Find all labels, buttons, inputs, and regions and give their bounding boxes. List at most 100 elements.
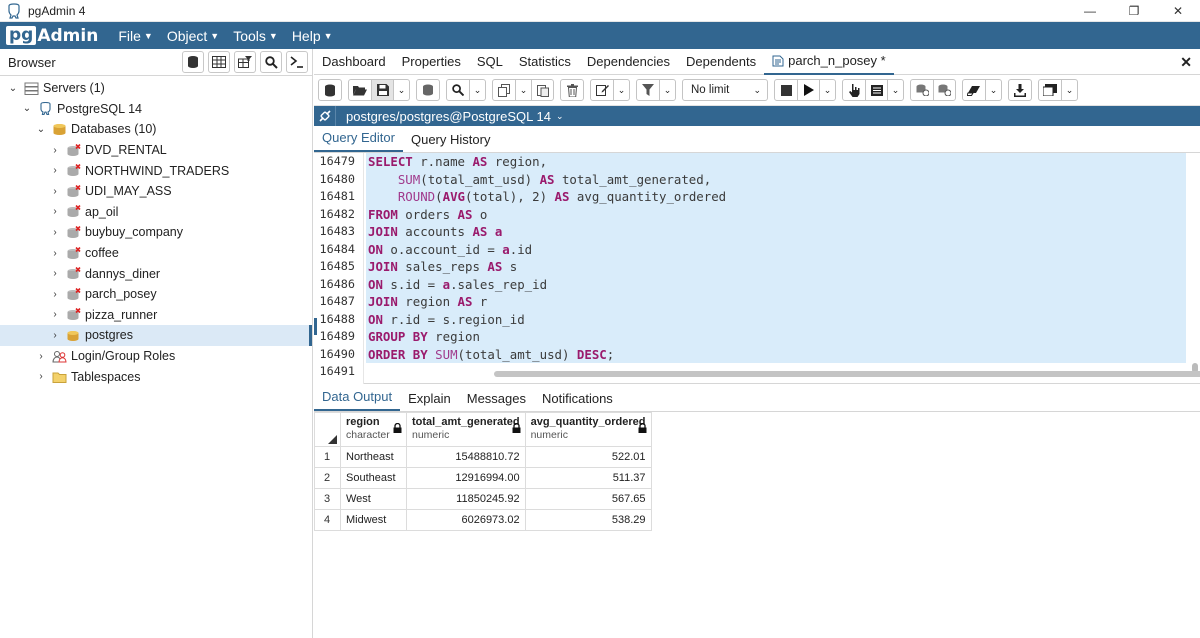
tree-item-database-selected[interactable]: › postgres xyxy=(0,325,312,346)
chevron-right-icon[interactable]: › xyxy=(50,165,60,176)
open-file-button[interactable] xyxy=(349,80,371,100)
cell-region[interactable]: Southeast xyxy=(340,467,407,489)
code-line[interactable]: ON r.id = s.region_id xyxy=(366,310,1186,328)
filter-dropdown-button[interactable]: ⌄ xyxy=(659,80,675,100)
tab-data-output[interactable]: Data Output xyxy=(314,389,401,411)
commit-button[interactable] xyxy=(911,80,933,100)
tree-item-database[interactable]: › parch_posey xyxy=(0,284,312,305)
filter-button[interactable] xyxy=(637,80,659,100)
cell-avg-quantity[interactable]: 567.65 xyxy=(524,488,652,510)
tab-explain[interactable]: Explain xyxy=(400,391,459,411)
tab-query-tool[interactable]: parch_n_posey * xyxy=(764,49,894,75)
clear-dropdown-button[interactable]: ⌄ xyxy=(985,80,1001,100)
execute-dropdown-button[interactable]: ⌄ xyxy=(819,80,835,100)
explain-dropdown-button[interactable]: ⌄ xyxy=(887,80,903,100)
chevron-down-icon[interactable]: ⌄ xyxy=(556,111,564,122)
find-dropdown-button[interactable]: ⌄ xyxy=(469,80,485,100)
edit-db-button[interactable] xyxy=(416,79,440,101)
object-explorer-button[interactable] xyxy=(182,51,204,73)
row-number[interactable]: 3 xyxy=(314,488,341,510)
column-header[interactable]: region character xyxy=(340,412,407,447)
chevron-right-icon[interactable]: › xyxy=(36,371,46,382)
save-dropdown-button[interactable]: ⌄ xyxy=(393,80,409,100)
chevron-right-icon[interactable]: › xyxy=(50,330,60,341)
tree-item-tablespaces[interactable]: › Tablespaces xyxy=(0,366,312,387)
explain-button[interactable] xyxy=(843,80,865,100)
code-line[interactable]: JOIN region AS r xyxy=(366,293,1186,311)
rollback-button[interactable] xyxy=(933,80,955,100)
macros-button[interactable] xyxy=(1039,80,1061,100)
delete-button[interactable] xyxy=(560,79,584,101)
minimize-button[interactable]: — xyxy=(1068,0,1112,22)
code-line[interactable]: JOIN sales_reps AS s xyxy=(366,258,1186,276)
column-header[interactable]: total_amt_generated numeric xyxy=(406,412,526,447)
chevron-right-icon[interactable]: › xyxy=(36,351,46,362)
search-objects-button[interactable] xyxy=(260,51,282,73)
cell-total-amt[interactable]: 15488810.72 xyxy=(406,446,526,468)
tree-item-databases[interactable]: ⌄ Databases (10) xyxy=(0,119,312,140)
table-row[interactable]: 1 Northeast 15488810.72 522.01 xyxy=(314,446,652,468)
code-line[interactable]: ON o.account_id = a.id xyxy=(366,240,1186,258)
tree-item-database[interactable]: › DVD_RENTAL xyxy=(0,140,312,161)
close-window-button[interactable]: ✕ xyxy=(1156,0,1200,22)
code-line[interactable]: ON s.id = a.sales_rep_id xyxy=(366,275,1186,293)
tree-item-database[interactable]: › pizza_runner xyxy=(0,305,312,326)
tab-properties[interactable]: Properties xyxy=(394,49,469,75)
code-line[interactable]: ROUND(AVG(total), 2) AS avg_quantity_ord… xyxy=(366,188,1186,206)
sql-editor[interactable]: 16479 16480 16481 16482 16483 16484 1648… xyxy=(314,153,1200,384)
cell-total-amt[interactable]: 11850245.92 xyxy=(406,488,526,510)
cell-region[interactable]: Midwest xyxy=(340,509,407,531)
maximize-button[interactable]: ❐ xyxy=(1112,0,1156,22)
row-limit-select[interactable]: No limit ⌄ xyxy=(682,79,768,101)
copy-dropdown-button[interactable]: ⌄ xyxy=(515,80,531,100)
chevron-down-icon[interactable]: ⌄ xyxy=(22,103,32,114)
code-line[interactable]: SELECT r.name AS region, xyxy=(366,153,1186,171)
query-history-db-button[interactable] xyxy=(318,79,342,101)
psql-tool-button[interactable] xyxy=(286,51,308,73)
execute-button[interactable] xyxy=(797,80,819,100)
edit-button[interactable] xyxy=(591,80,613,100)
chevron-right-icon[interactable]: › xyxy=(50,145,60,156)
tab-messages[interactable]: Messages xyxy=(459,391,534,411)
tab-dependents[interactable]: Dependents xyxy=(678,49,764,75)
column-header[interactable]: avg_quantity_ordered numeric xyxy=(524,412,652,447)
connection-label[interactable]: postgres/postgres@PostgreSQL 14 xyxy=(346,109,551,124)
table-row[interactable]: 2 Southeast 12916994.00 511.37 xyxy=(314,467,652,489)
cell-total-amt[interactable]: 6026973.02 xyxy=(406,509,526,531)
find-button[interactable] xyxy=(447,80,469,100)
stop-button[interactable] xyxy=(775,80,797,100)
paste-button[interactable] xyxy=(531,80,553,100)
tree-item-database[interactable]: › buybuy_company xyxy=(0,222,312,243)
download-button[interactable] xyxy=(1008,79,1032,101)
tree-item-servers[interactable]: ⌄ Servers (1) xyxy=(0,78,312,99)
select-all-cell[interactable] xyxy=(314,412,341,447)
tab-statistics[interactable]: Statistics xyxy=(511,49,579,75)
code-line[interactable]: FROM orders AS o xyxy=(366,205,1186,223)
chevron-right-icon[interactable]: › xyxy=(50,268,60,279)
chevron-down-icon[interactable]: ⌄ xyxy=(36,124,46,135)
editor-vertical-scrollbar[interactable] xyxy=(1188,153,1200,384)
code-line[interactable]: JOIN accounts AS a xyxy=(366,223,1186,241)
menu-help[interactable]: Help ▼ xyxy=(292,28,333,44)
macros-dropdown-button[interactable]: ⌄ xyxy=(1061,80,1077,100)
tree-item-database[interactable]: › UDI_MAY_ASS xyxy=(0,181,312,202)
chevron-right-icon[interactable]: › xyxy=(50,227,60,238)
tab-query-editor[interactable]: Query Editor xyxy=(314,130,403,152)
tab-dashboard[interactable]: Dashboard xyxy=(314,49,394,75)
chevron-right-icon[interactable]: › xyxy=(50,289,60,300)
edit-dropdown-button[interactable]: ⌄ xyxy=(613,80,629,100)
close-tab-button[interactable]: ✕ xyxy=(1180,54,1192,71)
tab-sql[interactable]: SQL xyxy=(469,49,511,75)
sql-code[interactable]: SELECT r.name AS region, SUM(total_amt_u… xyxy=(366,153,1186,381)
row-number[interactable]: 4 xyxy=(314,509,341,531)
clear-button[interactable] xyxy=(963,80,985,100)
chevron-right-icon[interactable]: › xyxy=(50,248,60,259)
tree-item-database[interactable]: › dannys_diner xyxy=(0,263,312,284)
row-number[interactable]: 1 xyxy=(314,446,341,468)
cell-total-amt[interactable]: 12916994.00 xyxy=(406,467,526,489)
tab-query-history[interactable]: Query History xyxy=(403,132,498,152)
tree-item-login-roles[interactable]: › Login/Group Roles xyxy=(0,346,312,367)
code-line[interactable]: SUM(total_amt_usd) AS total_amt_generate… xyxy=(366,170,1186,188)
save-file-button[interactable] xyxy=(371,80,393,100)
filtered-rows-button[interactable] xyxy=(234,51,256,73)
